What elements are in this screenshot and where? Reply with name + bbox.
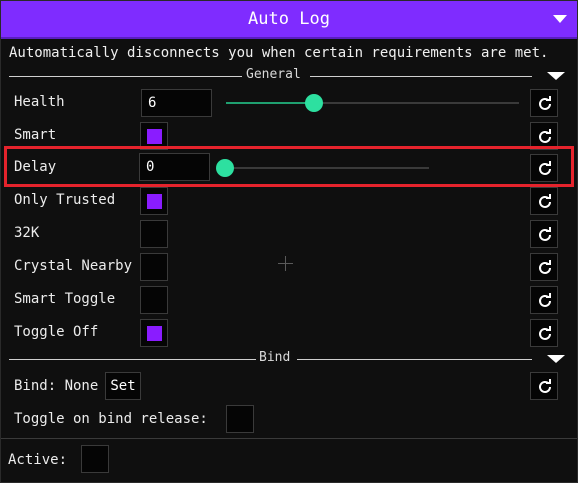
window-title: Auto Log	[248, 9, 330, 29]
health-slider-track[interactable]	[314, 102, 519, 104]
toggle-on-bind-release-label: Toggle on bind release:	[14, 411, 208, 427]
general-section-label: General	[244, 67, 303, 82]
reset-icon	[539, 227, 551, 241]
toggle-off-checkbox[interactable]	[140, 319, 168, 347]
k32-reset-button[interactable]	[530, 220, 558, 248]
health-input[interactable]: 6	[141, 89, 212, 117]
smart-toggle-reset-button[interactable]	[530, 286, 558, 314]
crosshair-cursor-icon	[278, 256, 293, 271]
general-divider-left	[9, 76, 242, 77]
bind-section-label: Bind	[257, 350, 293, 365]
only-trusted-checkbox[interactable]	[140, 187, 168, 215]
k32-checkbox[interactable]	[140, 220, 168, 248]
bind-label: Bind: None	[14, 378, 99, 394]
smart-toggle-checkbox[interactable]	[140, 286, 168, 314]
general-divider-right	[310, 76, 532, 77]
window-titlebar[interactable]: Auto Log	[1, 1, 577, 39]
setting-row-toggle-off: Toggle Off	[1, 318, 577, 348]
reset-icon	[539, 293, 551, 307]
toggle-off-reset-button[interactable]	[530, 319, 558, 347]
bind-divider-left	[9, 359, 256, 360]
health-label: Health	[14, 94, 65, 110]
reset-icon	[539, 194, 551, 208]
general-collapse-icon[interactable]	[547, 72, 565, 80]
auto-log-window: Auto Log Automatically disconnects you w…	[0, 0, 578, 483]
delay-row-highlight	[4, 146, 574, 187]
health-slider-fill	[226, 102, 314, 104]
health-reset-button[interactable]	[530, 89, 558, 117]
setting-row-health: Health 6	[1, 88, 577, 118]
bind-set-button[interactable]: Set	[105, 372, 141, 400]
reset-icon	[539, 129, 551, 143]
setting-row-only-trusted: Only Trusted	[1, 186, 577, 216]
setting-row-32k: 32K	[1, 219, 577, 249]
k32-label: 32K	[14, 225, 40, 241]
module-description: Automatically disconnects you when certa…	[9, 45, 549, 61]
reset-icon	[539, 260, 551, 274]
health-slider-knob[interactable]	[305, 94, 323, 112]
bind-reset-button[interactable]	[530, 372, 558, 400]
reset-icon	[539, 379, 551, 393]
crystal-nearby-reset-button[interactable]	[530, 253, 558, 281]
toggle-off-check-fill	[147, 326, 162, 341]
crystal-nearby-checkbox[interactable]	[140, 253, 168, 281]
smart-toggle-label: Smart Toggle	[14, 291, 116, 307]
toggle-on-bind-release-checkbox[interactable]	[226, 405, 254, 433]
smart-check-fill	[147, 129, 162, 144]
reset-icon	[539, 96, 551, 110]
active-checkbox[interactable]	[81, 445, 109, 473]
setting-row-smart-toggle: Smart Toggle	[1, 285, 577, 315]
bind-divider-right	[297, 359, 532, 360]
toggle-off-label: Toggle Off	[14, 324, 99, 340]
footer-divider	[1, 438, 577, 439]
only-trusted-check-fill	[147, 194, 162, 209]
collapse-window-icon[interactable]	[553, 15, 567, 23]
bind-collapse-icon[interactable]	[547, 355, 565, 363]
only-trusted-reset-button[interactable]	[530, 187, 558, 215]
only-trusted-label: Only Trusted	[14, 192, 116, 208]
active-label: Active:	[8, 452, 68, 468]
reset-icon	[539, 326, 551, 340]
smart-label: Smart	[14, 127, 57, 143]
crystal-nearby-label: Crystal Nearby	[14, 258, 133, 274]
